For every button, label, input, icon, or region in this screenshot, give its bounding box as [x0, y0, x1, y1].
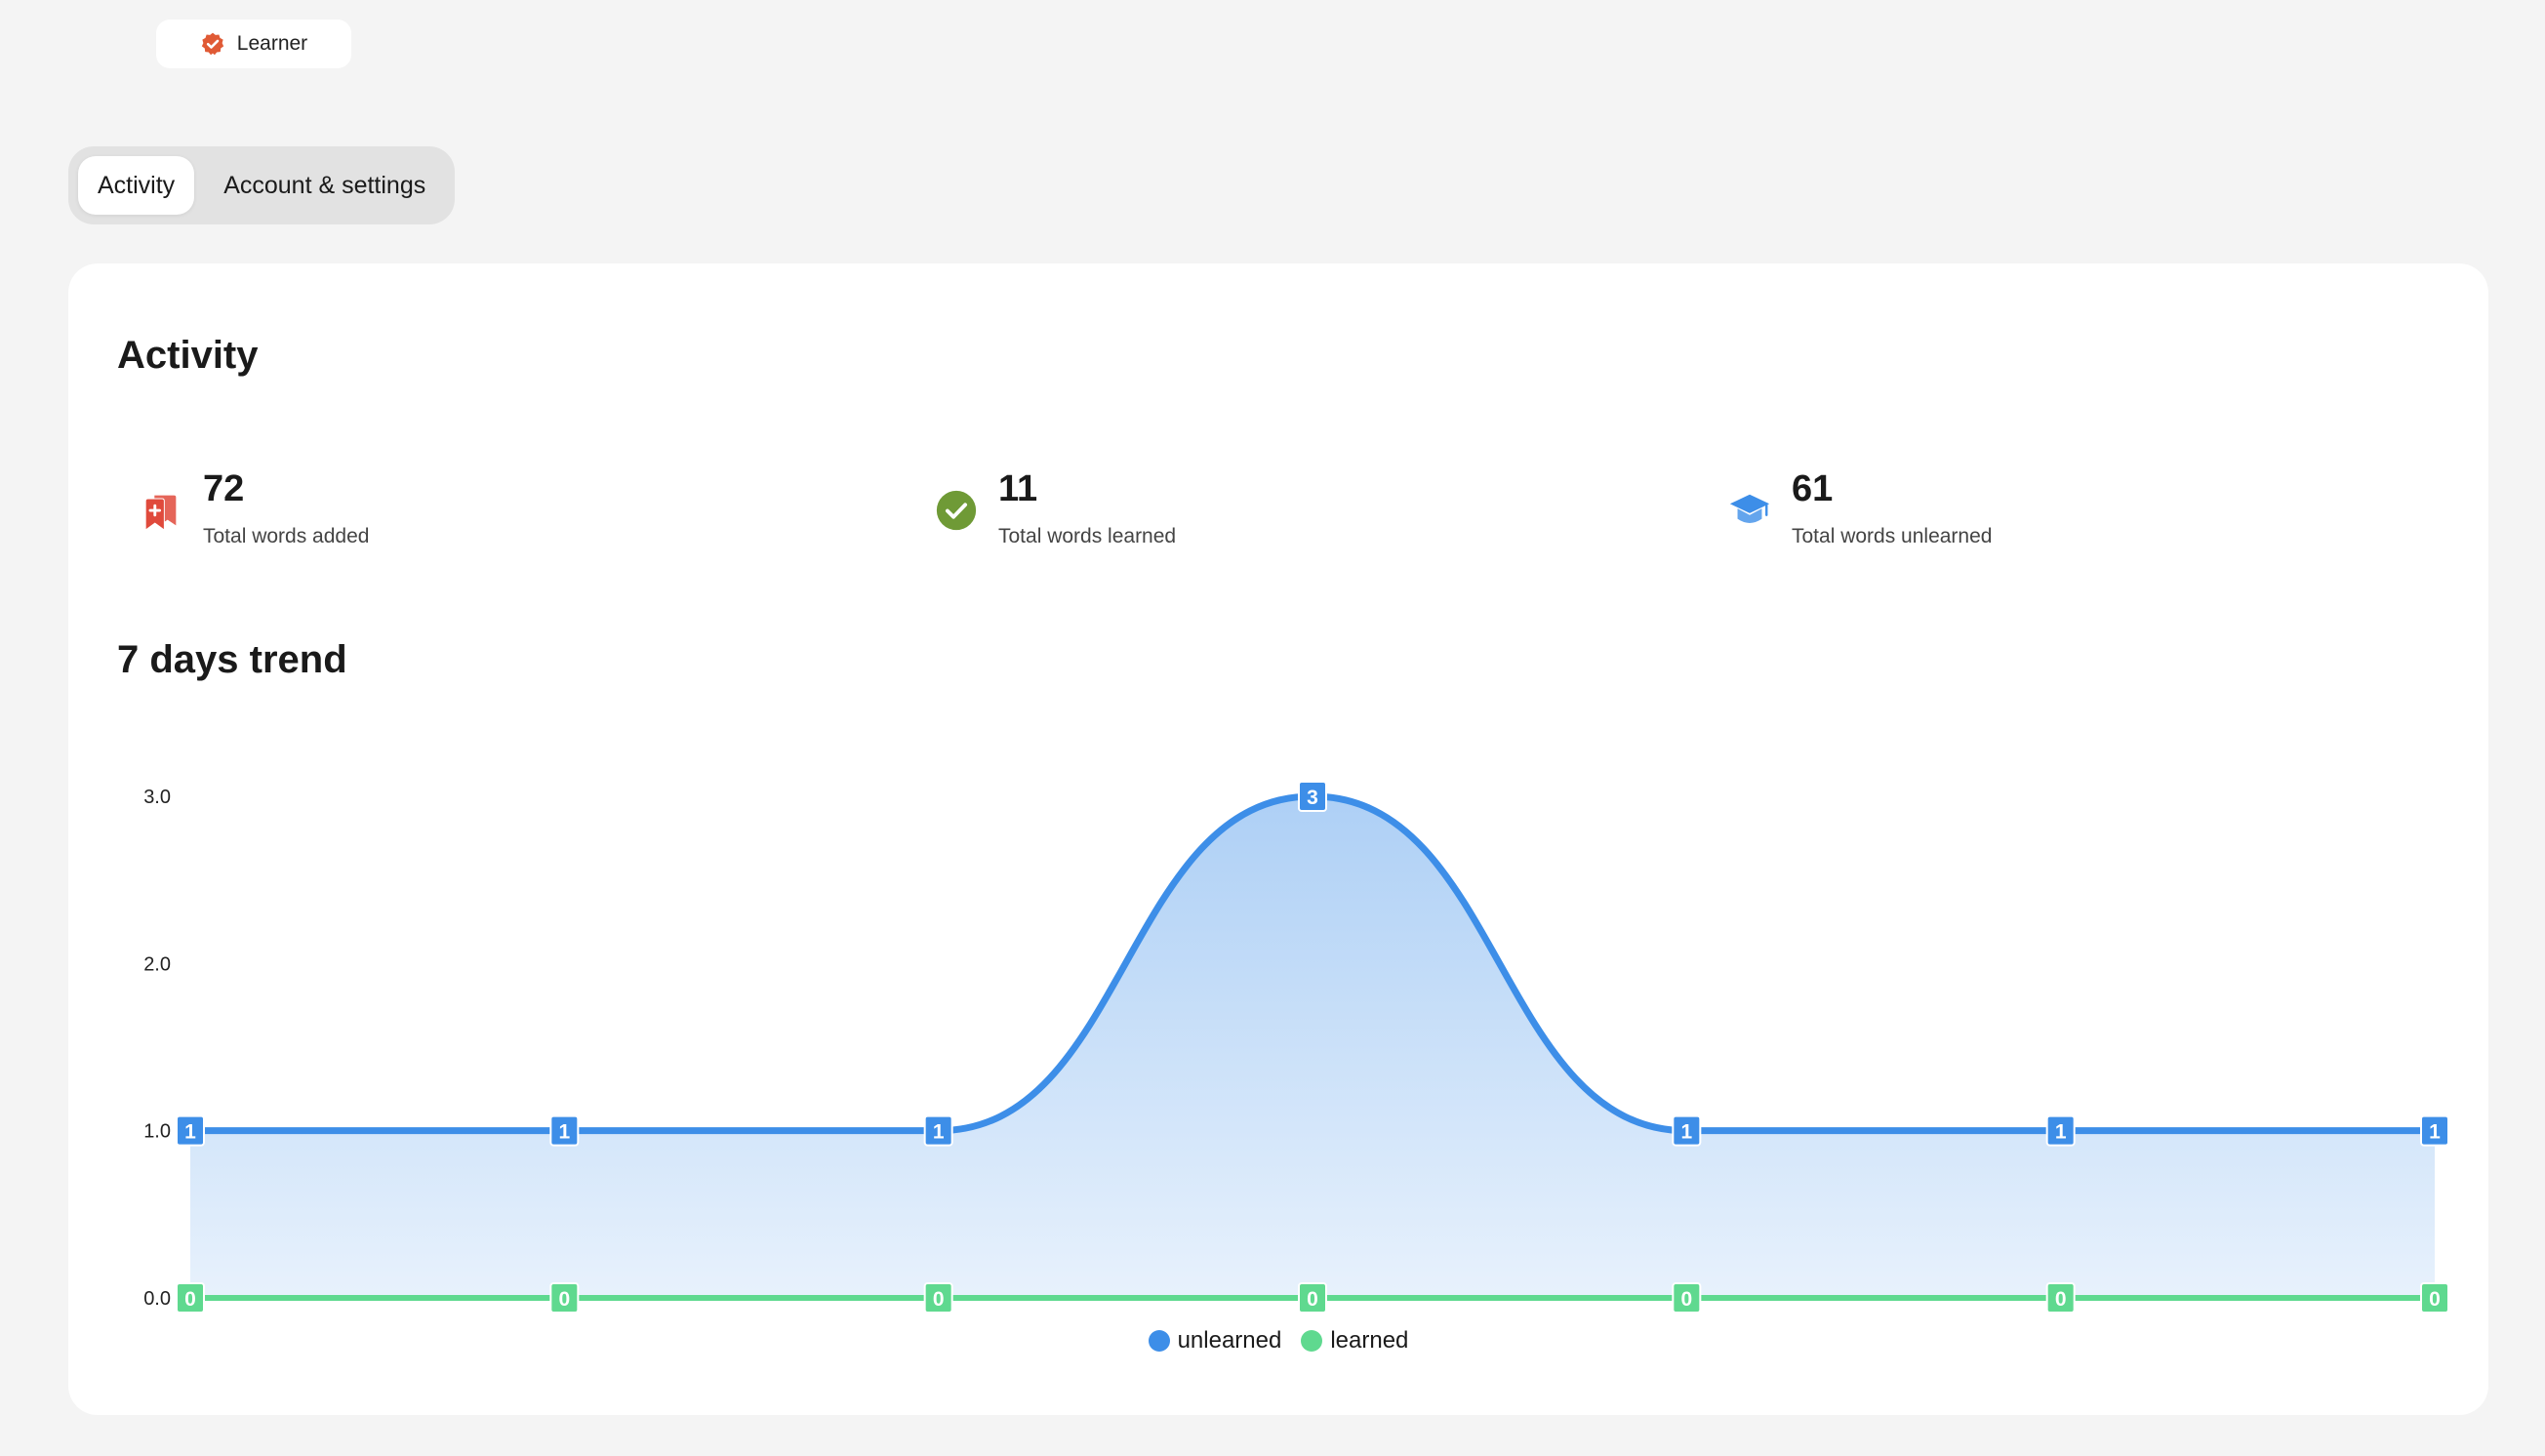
- role-badge: Learner: [156, 20, 351, 68]
- data-label-unlearned[interactable]: 1: [549, 1114, 580, 1147]
- chart-legend: unlearned learned: [68, 1327, 2488, 1355]
- y-tick-label: 2.0: [143, 953, 171, 975]
- tab-account-settings[interactable]: Account & settings: [204, 156, 445, 215]
- data-label-learned[interactable]: 0: [1298, 1282, 1327, 1314]
- data-label-text: 1: [558, 1121, 570, 1144]
- data-label-text: 0: [558, 1288, 570, 1311]
- data-label-text: 0: [2429, 1288, 2441, 1311]
- tab-bar: Activity Account & settings: [68, 146, 456, 224]
- data-label-text: 1: [2429, 1121, 2441, 1144]
- data-label-text: 3: [1307, 787, 1318, 809]
- data-label-text: 1: [933, 1121, 945, 1144]
- data-label-learned[interactable]: 0: [2045, 1282, 2076, 1314]
- data-label-text: 0: [933, 1288, 945, 1311]
- y-tick-label: 3.0: [143, 787, 171, 808]
- trend-chart: 0.0 1.0 2.0 3.0 1 1 1 3 1 1 1 0 0 0 0 0 0 0: [68, 263, 2488, 1415]
- data-label-learned[interactable]: 0: [176, 1282, 205, 1314]
- legend-swatch: [1148, 1330, 1170, 1352]
- data-label-text: 1: [184, 1121, 196, 1144]
- verified-badge-icon: [201, 32, 223, 56]
- role-badge-label: Learner: [236, 32, 308, 55]
- data-label-unlearned[interactable]: 1: [176, 1114, 205, 1147]
- tab-activity[interactable]: Activity: [78, 156, 195, 215]
- legend-item-unlearned[interactable]: unlearned: [1148, 1327, 1282, 1355]
- data-label-text: 1: [1680, 1121, 1692, 1144]
- legend-label: learned: [1330, 1327, 1409, 1354]
- data-label-unlearned[interactable]: 1: [1672, 1114, 1702, 1147]
- data-label-unlearned[interactable]: 1: [2420, 1114, 2449, 1147]
- data-label-learned[interactable]: 0: [923, 1282, 953, 1314]
- data-label-unlearned[interactable]: 3: [1298, 781, 1327, 812]
- data-label-unlearned[interactable]: 1: [923, 1114, 953, 1147]
- data-label-learned[interactable]: 0: [1672, 1282, 1702, 1314]
- legend-item-learned[interactable]: learned: [1301, 1327, 1408, 1355]
- data-label-learned[interactable]: 0: [549, 1282, 580, 1314]
- data-label-text: 1: [2055, 1121, 2067, 1144]
- data-label-learned[interactable]: 0: [2420, 1282, 2449, 1314]
- data-label-text: 0: [184, 1288, 196, 1311]
- trend-chart-svg: 0.0 1.0 2.0 3.0 1 1 1 3 1 1 1 0 0 0 0 0 0 0: [143, 781, 2449, 1314]
- data-label-text: 0: [1307, 1288, 1318, 1311]
- activity-card: Activity 72 Total words added 11 Total w…: [68, 263, 2488, 1415]
- legend-swatch: [1301, 1330, 1323, 1352]
- data-label-text: 0: [2055, 1288, 2067, 1311]
- data-label-text: 0: [1680, 1288, 1692, 1311]
- y-tick-label: 0.0: [143, 1288, 171, 1310]
- legend-label: unlearned: [1177, 1327, 1282, 1354]
- series-area-unlearned: [190, 796, 2435, 1298]
- y-tick-label: 1.0: [143, 1121, 171, 1143]
- data-label-unlearned[interactable]: 1: [2045, 1114, 2076, 1147]
